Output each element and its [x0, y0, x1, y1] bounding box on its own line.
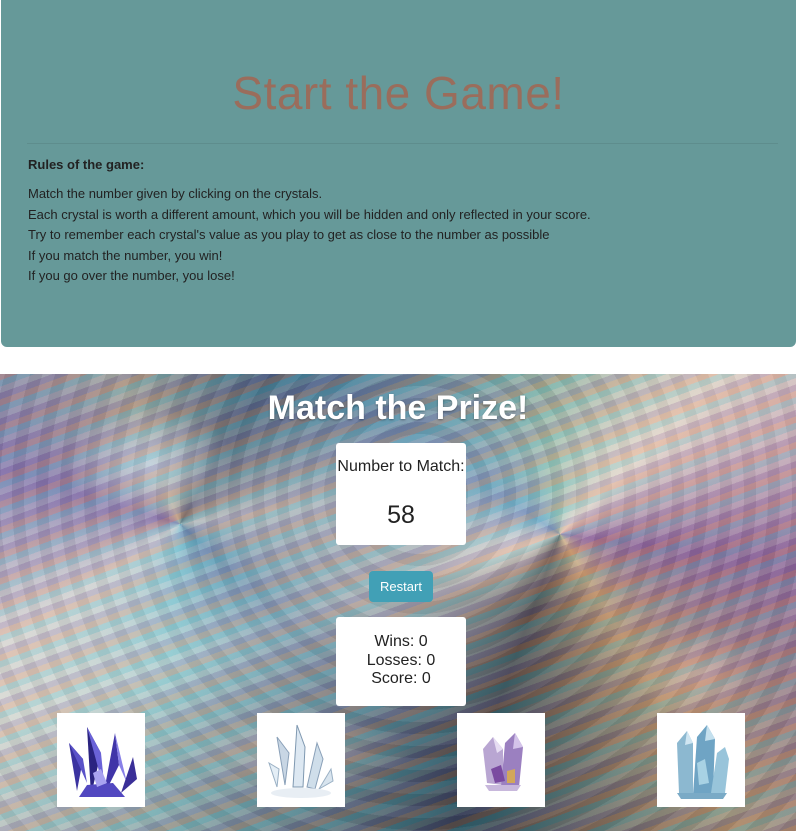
rule-item: Try to remember each crystal's value as … [28, 227, 550, 242]
target-number: 58 [387, 501, 415, 529]
rule-item: If you go over the number, you lose! [28, 268, 235, 283]
restart-button[interactable]: Restart [369, 571, 433, 602]
stats-card: Wins: 0 Losses: 0 Score: 0 [336, 617, 466, 706]
divider [27, 143, 778, 144]
target-label: Number to Match: [337, 458, 465, 475]
crystal-button-3[interactable] [457, 713, 545, 807]
game-area: Match the Prize! Number to Match: 58 Res… [0, 374, 796, 831]
blue-crystal-icon [69, 727, 137, 797]
score-counter: Score: 0 [371, 670, 431, 687]
page-title: Start the Game! [232, 67, 565, 119]
losses-counter: Losses: 0 [366, 652, 436, 669]
aqua-crystal-icon [677, 725, 729, 799]
crystal-button-2[interactable] [257, 713, 345, 807]
game-title: Match the Prize! [267, 389, 529, 427]
clear-crystal-icon [268, 724, 334, 798]
amethyst-crystal-icon [483, 733, 523, 791]
rules-list: Match the number given by clicking on th… [28, 184, 591, 287]
rule-item: Each crystal is worth a different amount… [28, 206, 591, 222]
crystal-button-4[interactable] [657, 713, 745, 807]
rule-item: If you match the number, you win! [28, 247, 223, 263]
rules-panel: Start the Game! Rules of the game: Match… [1, 0, 796, 347]
rule-item: Match the number given by clicking on th… [28, 186, 323, 201]
wins-counter: Wins: 0 [374, 633, 428, 650]
rules-heading: Rules of the game: [28, 157, 145, 172]
target-card: Number to Match: 58 [336, 443, 466, 545]
crystal-button-1[interactable] [57, 713, 145, 807]
